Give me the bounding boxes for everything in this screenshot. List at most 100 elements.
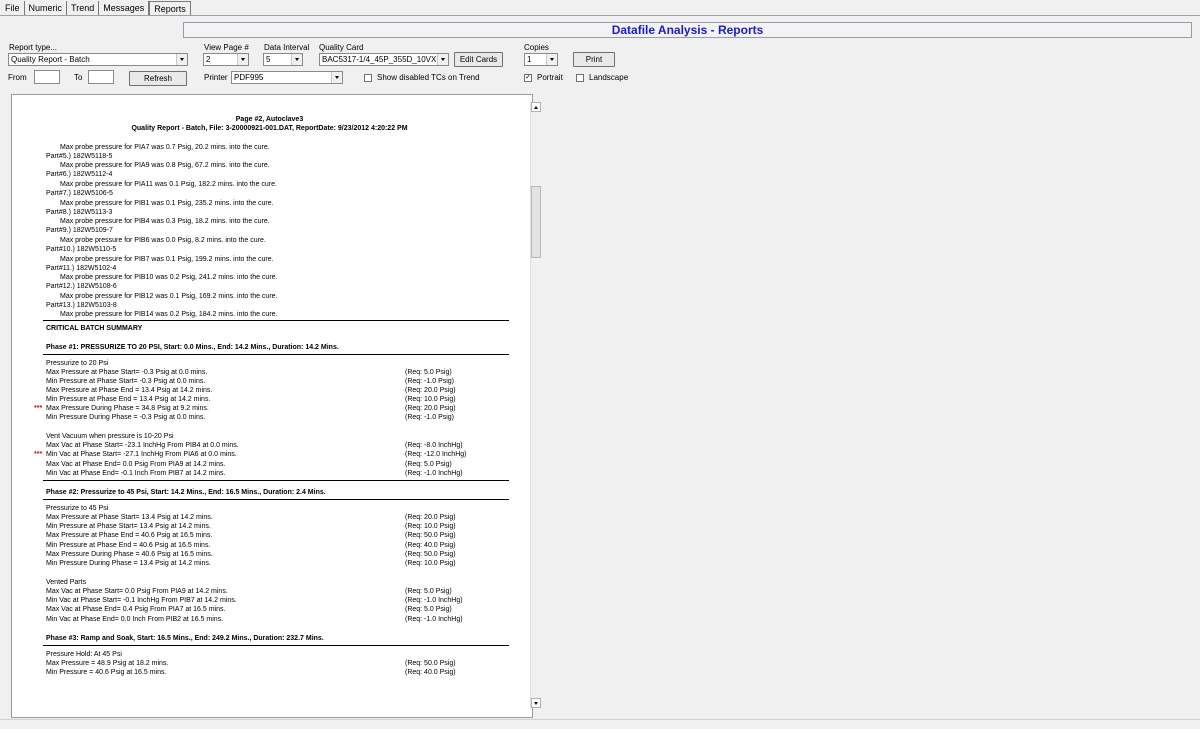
requirement-value: (Req: 40.0 Psig) <box>405 542 456 549</box>
chevron-down-icon[interactable] <box>437 54 448 65</box>
section-divider <box>43 354 509 355</box>
to-input[interactable] <box>88 70 114 84</box>
report-line: Min Pressure at Phase End = 40.6 Psig at… <box>46 542 211 549</box>
show-disabled-tcs-checkbox[interactable]: Show disabled TCs on Trend <box>364 73 480 83</box>
report-line: Max probe pressure for PIA9 was 0.8 Psig… <box>60 162 270 169</box>
quality-card-value: BAC5317-1/4_45P_355D_10VX <box>322 55 437 64</box>
chevron-down-icon[interactable] <box>291 54 302 65</box>
report-line: Max Pressure = 48.9 Psig at 18.2 mins. <box>46 660 169 667</box>
edit-cards-button[interactable]: Edit Cards <box>454 52 503 67</box>
requirement-value: (Req: 5.0 Psig) <box>405 461 452 468</box>
from-label: From <box>8 73 27 82</box>
checkbox-checked-icon[interactable]: ✓ <box>524 74 532 82</box>
report-line: Part#5.) 182W5118-5 <box>46 153 113 160</box>
report-line: Part#11.) 182W5102-4 <box>46 265 117 272</box>
chevron-down-icon[interactable] <box>546 54 557 65</box>
tab-trend[interactable]: Trend <box>67 1 100 16</box>
requirement-value: (Req: 50.0 Psig) <box>405 532 456 539</box>
tab-messages[interactable]: Messages <box>99 1 150 16</box>
critical-summary-heading: CRITICAL BATCH SUMMARY <box>46 325 143 332</box>
copies-select[interactable]: 1 <box>524 53 558 66</box>
report-line: Max Pressure During Phase = 40.6 Psig at… <box>46 551 213 558</box>
quality-card-select[interactable]: BAC5317-1/4_45P_355D_10VX <box>319 53 449 66</box>
violation-marker: *** <box>34 405 43 412</box>
report-header-page: Page #2, Autoclave3 <box>235 116 304 123</box>
phase2-heading: Phase #2: Pressurize to 45 Psi, Start: 1… <box>46 489 326 496</box>
view-page-value: 2 <box>206 55 211 64</box>
report-line: Min Pressure During Phase = -0.3 Psig at… <box>46 414 206 421</box>
report-scrollbar[interactable] <box>530 102 541 708</box>
quality-card-label: Quality Card <box>319 43 364 52</box>
report-line: Part#9.) 182W5109-7 <box>46 227 113 234</box>
report-line: Max Vac at Phase End= 0.4 Psig From PIA7… <box>46 606 226 613</box>
report-line: Min Pressure = 40.6 Psig at 16.5 mins. <box>46 669 167 676</box>
checkbox-unchecked-icon[interactable] <box>364 74 372 82</box>
printer-select[interactable]: PDF995 <box>231 71 343 84</box>
report-line: Max probe pressure for PIA7 was 0.7 Psig… <box>60 144 270 151</box>
phase2-group2-title: Vented Parts <box>46 579 87 586</box>
phase2-group1-title: Pressurize to 45 Psi <box>46 505 109 512</box>
phase3-heading: Phase #3: Ramp and Soak, Start: 16.5 Min… <box>46 635 324 642</box>
requirement-value: (Req: 20.0 Psig) <box>405 514 456 521</box>
printer-value: PDF995 <box>234 73 264 82</box>
report-line: Max Vac at Phase End= 0.0 Psig From PIA9… <box>46 461 226 468</box>
tab-reports[interactable]: Reports <box>149 1 191 16</box>
report-type-select[interactable]: Quality Report - Batch <box>8 53 188 66</box>
portrait-checkbox[interactable]: ✓ Portrait <box>524 73 563 83</box>
data-interval-label: Data Interval <box>264 43 310 52</box>
requirement-value: (Req: 20.0 Psig) <box>405 387 456 394</box>
section-divider <box>43 320 509 321</box>
scroll-down-icon[interactable] <box>531 698 541 708</box>
tab-numeric[interactable]: Numeric <box>25 1 68 16</box>
landscape-label: Landscape <box>589 73 629 82</box>
report-line: Max probe pressure for PIB4 was 0.3 Psig… <box>60 218 270 225</box>
view-page-select[interactable]: 2 <box>203 53 249 66</box>
violation-marker: *** <box>34 451 43 458</box>
requirement-value: (Req: -12.0 InchHg) <box>405 451 467 458</box>
report-line: Min Pressure at Phase Start= -0.3 Psig a… <box>46 378 206 385</box>
section-divider <box>43 645 509 646</box>
report-line: Min Vac at Phase Start= -0.1 InchHg From… <box>46 597 237 604</box>
phase1-group2-title: Vent Vacuum when pressure is 10-20 Psi <box>46 433 174 440</box>
chevron-down-icon[interactable] <box>331 72 342 83</box>
landscape-checkbox[interactable]: Landscape <box>576 73 628 83</box>
to-label: To <box>74 73 83 82</box>
status-bar <box>0 719 1200 729</box>
report-line: Part#13.) 182W5103-8 <box>46 302 117 309</box>
printer-label: Printer <box>204 73 228 82</box>
data-interval-select[interactable]: 5 <box>263 53 303 66</box>
tab-file[interactable]: File <box>0 1 25 16</box>
from-input[interactable] <box>34 70 60 84</box>
report-line: Max Pressure at Phase End = 13.4 Psig at… <box>46 387 213 394</box>
copies-value: 1 <box>527 55 532 64</box>
scroll-up-icon[interactable] <box>531 102 541 112</box>
refresh-button[interactable]: Refresh <box>129 71 187 86</box>
chevron-down-icon[interactable] <box>176 54 187 65</box>
tab-bar: File Numeric Trend Messages Reports <box>0 0 191 16</box>
requirement-value: (Req: -1.0 InchHg) <box>405 470 463 477</box>
report-line: Min Vac at Phase End= 0.0 Inch From PIB2… <box>46 616 224 623</box>
report-line: Max probe pressure for PIB14 was 0.2 Psi… <box>60 311 278 318</box>
chevron-down-icon[interactable] <box>237 54 248 65</box>
print-button[interactable]: Print <box>573 52 615 67</box>
report-line: Max probe pressure for PIB12 was 0.1 Psi… <box>60 293 278 300</box>
report-header-info: Quality Report - Batch, File: 3-20000921… <box>131 125 408 132</box>
report-line: Max Vac at Phase Start= 0.0 Psig From PI… <box>46 588 228 595</box>
requirement-value: (Req: 50.0 Psig) <box>405 551 456 558</box>
report-line: Min Pressure During Phase = 13.4 Psig at… <box>46 560 211 567</box>
checkbox-unchecked-icon[interactable] <box>576 74 584 82</box>
portrait-label: Portrait <box>537 73 563 82</box>
report-line: Max probe pressure for PIB6 was 0.0 Psig… <box>60 237 266 244</box>
phase1-group1-title: Pressurize to 20 Psi <box>46 360 109 367</box>
view-page-label: View Page # <box>204 43 249 52</box>
requirement-value: (Req: 5.0 Psig) <box>405 588 452 595</box>
report-line: Min Vac at Phase Start= -27.1 InchHg Fro… <box>46 451 237 458</box>
section-divider <box>43 499 509 500</box>
tab-divider <box>0 15 1200 16</box>
requirement-value: (Req: -1.0 Psig) <box>405 414 455 421</box>
scrollbar-thumb[interactable] <box>531 186 541 258</box>
report-line: Max probe pressure for PIB1 was 0.1 Psig… <box>60 200 274 207</box>
report-type-label: Report type... <box>9 43 58 52</box>
report-type-value: Quality Report - Batch <box>11 55 90 64</box>
report-line: Min Pressure at Phase End = 13.4 Psig at… <box>46 396 211 403</box>
